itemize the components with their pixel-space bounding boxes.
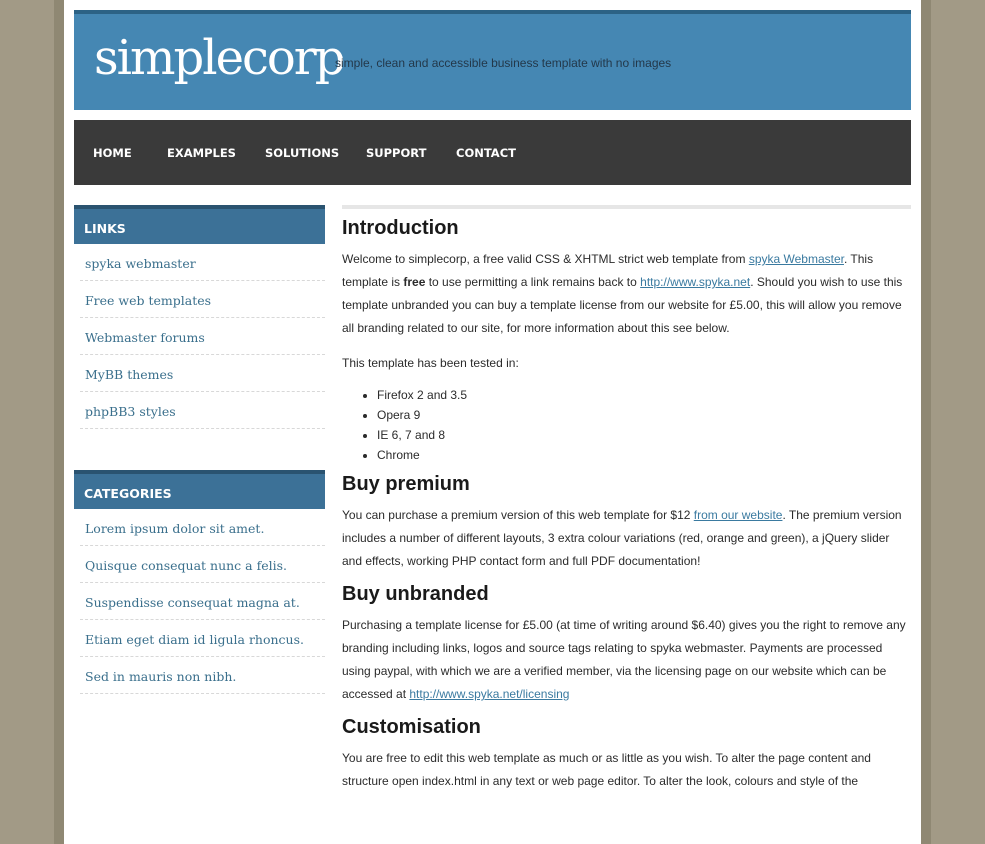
our-website-link[interactable]: from our website bbox=[694, 508, 783, 522]
intro-heading: Introduction bbox=[342, 217, 459, 239]
list-item: Firefox 2 and 3.5 bbox=[377, 385, 911, 405]
link-webmaster-forums[interactable]: Webmaster forums bbox=[85, 330, 205, 345]
premium-paragraph: You can purchase a premium version of th… bbox=[342, 504, 911, 573]
link-spyka-webmaster[interactable]: spyka webmaster bbox=[85, 256, 196, 271]
category-link[interactable]: Etiam eget diam id ligula rhoncus. bbox=[85, 632, 304, 647]
premium-heading: Buy premium bbox=[342, 473, 470, 495]
site-logo[interactable]: simplecorp bbox=[94, 34, 345, 82]
page-shadow-left bbox=[54, 0, 64, 844]
nav-solutions[interactable]: SOLUTIONS bbox=[265, 146, 339, 160]
links-list: spyka webmaster Free web templates Webma… bbox=[74, 244, 325, 429]
main-content: Introduction Welcome to simplecorp, a fr… bbox=[342, 205, 911, 803]
main-nav: HOME EXAMPLES SOLUTIONS SUPPORT CONTACT bbox=[74, 120, 911, 185]
text: You can purchase a premium version of th… bbox=[342, 508, 694, 522]
site-header: simplecorp simple, clean and accessible … bbox=[74, 10, 911, 110]
page-shadow-right bbox=[921, 0, 931, 844]
customisation-heading: Customisation bbox=[342, 716, 481, 738]
list-item: Webmaster forums bbox=[80, 318, 325, 355]
list-item: Chrome bbox=[377, 445, 911, 465]
link-free-web-templates[interactable]: Free web templates bbox=[85, 293, 211, 308]
list-item: Sed in mauris non nibh. bbox=[80, 657, 325, 694]
list-item: spyka webmaster bbox=[80, 244, 325, 281]
list-item: Free web templates bbox=[80, 281, 325, 318]
nav-contact[interactable]: CONTACT bbox=[456, 146, 516, 160]
licensing-link[interactable]: http://www.spyka.net/licensing bbox=[409, 687, 569, 701]
category-link[interactable]: Suspendisse consequat magna at. bbox=[85, 595, 300, 610]
categories-list: Lorem ipsum dolor sit amet. Quisque cons… bbox=[74, 509, 325, 694]
intro-paragraph: Welcome to simplecorp, a free valid CSS … bbox=[342, 248, 911, 340]
tested-in-paragraph: This template has been tested in: bbox=[342, 356, 519, 370]
link-mybb-themes[interactable]: MyBB themes bbox=[85, 367, 173, 382]
nav-home[interactable]: HOME bbox=[93, 146, 132, 160]
link-phpbb3-styles[interactable]: phpBB3 styles bbox=[85, 404, 176, 419]
spyka-webmaster-link[interactable]: spyka Webmaster bbox=[749, 252, 844, 266]
text: Welcome to simplecorp, a free valid CSS … bbox=[342, 252, 749, 266]
bold-text: free bbox=[403, 275, 426, 289]
site-tagline: simple, clean and accessible business te… bbox=[335, 56, 672, 70]
list-item: Etiam eget diam id ligula rhoncus. bbox=[80, 620, 325, 657]
category-link[interactable]: Sed in mauris non nibh. bbox=[85, 669, 236, 684]
list-item: MyBB themes bbox=[80, 355, 325, 392]
unbranded-paragraph: Purchasing a template license for £5.00 … bbox=[342, 614, 911, 706]
list-item: Opera 9 bbox=[377, 405, 911, 425]
categories-heading: CATEGORIES bbox=[74, 470, 325, 509]
category-link[interactable]: Quisque consequat nunc a felis. bbox=[85, 558, 287, 573]
browser-list: Firefox 2 and 3.5 Opera 9 IE 6, 7 and 8 … bbox=[377, 385, 911, 465]
list-item: IE 6, 7 and 8 bbox=[377, 425, 911, 445]
spyka-url-link[interactable]: http://www.spyka.net bbox=[640, 275, 750, 289]
nav-support[interactable]: SUPPORT bbox=[366, 146, 426, 160]
sidebar-categories: CATEGORIES Lorem ipsum dolor sit amet. Q… bbox=[74, 470, 325, 694]
unbranded-heading: Buy unbranded bbox=[342, 583, 489, 605]
list-item: Lorem ipsum dolor sit amet. bbox=[80, 509, 325, 546]
customisation-paragraph: You are free to edit this web template a… bbox=[342, 751, 871, 788]
list-item: Quisque consequat nunc a felis. bbox=[80, 546, 325, 583]
category-link[interactable]: Lorem ipsum dolor sit amet. bbox=[85, 521, 264, 536]
sidebar-links: LINKS spyka webmaster Free web templates… bbox=[74, 205, 325, 429]
links-heading: LINKS bbox=[74, 205, 325, 244]
nav-examples[interactable]: EXAMPLES bbox=[167, 146, 236, 160]
page-container: simplecorp simple, clean and accessible … bbox=[64, 0, 921, 844]
list-item: phpBB3 styles bbox=[80, 392, 325, 429]
list-item: Suspendisse consequat magna at. bbox=[80, 583, 325, 620]
text: to use permitting a link remains back to bbox=[425, 275, 641, 289]
